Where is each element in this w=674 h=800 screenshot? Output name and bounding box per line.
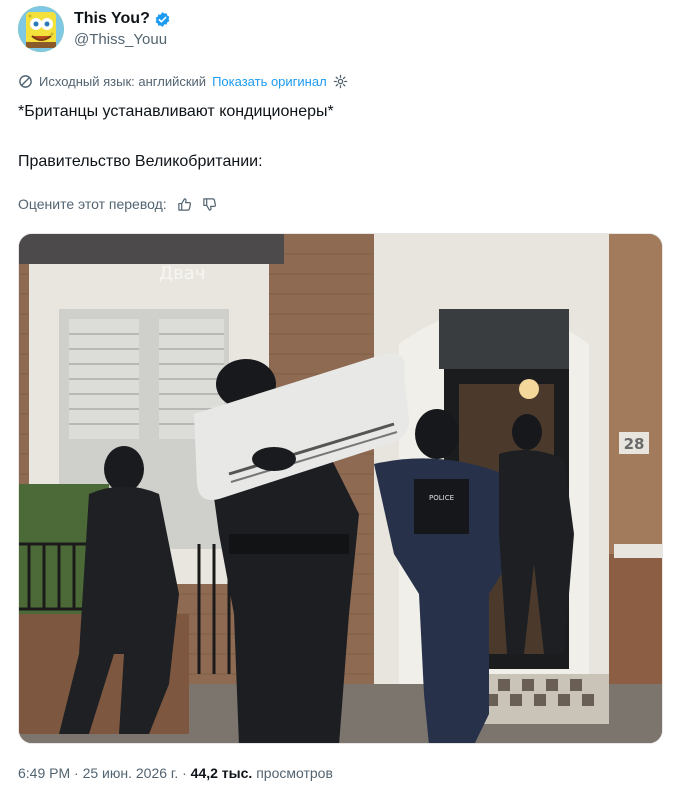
rate-translation-label: Оцените этот перевод:: [18, 196, 167, 212]
verified-badge-icon: [155, 11, 170, 27]
police-raid-photo: 28 Двач POLICE: [19, 234, 662, 743]
tweet-line-1: *Британцы устанавливают кондиционеры*: [18, 103, 334, 120]
tweet-line-2: Правительство Великобритании:: [18, 153, 263, 170]
translation-bar: Исходный язык: английский Показать ориги…: [18, 74, 348, 89]
tweet-photo[interactable]: 28 Двач POLICE: [18, 233, 663, 744]
thumbs-up-icon[interactable]: [177, 197, 192, 212]
spongebob-avatar-icon: [18, 6, 64, 52]
thumbs-down-icon[interactable]: [202, 197, 217, 212]
tweet-text: *Британцы устанавливают кондиционеры* Пр…: [18, 101, 334, 173]
tweet-time[interactable]: 6:49 PM: [18, 765, 70, 781]
house-number: 28: [624, 435, 645, 453]
show-original-link[interactable]: Показать оригинал: [212, 74, 327, 89]
tweet-header: This You? @Thiss_Youu: [18, 6, 171, 52]
watermark-text: Двач: [159, 263, 205, 284]
translate-icon: [19, 75, 32, 88]
views-count: 44,2 тыс.: [190, 765, 253, 781]
police-vest-text: POLICE: [429, 494, 454, 502]
source-language-label: Исходный язык: английский: [39, 74, 207, 89]
rate-translation: Оцените этот перевод:: [18, 196, 217, 212]
tweet-date[interactable]: 25 июн. 2026 г.: [83, 765, 179, 781]
display-name[interactable]: This You?: [74, 10, 150, 28]
views-label: просмотров: [256, 765, 333, 781]
user-handle[interactable]: @Thiss_Youu: [74, 31, 171, 48]
gear-icon[interactable]: [333, 74, 348, 89]
tweet-meta: 6:49 PM · 25 июн. 2026 г. · 44,2 тыс. пр…: [18, 765, 333, 781]
avatar[interactable]: [18, 6, 64, 52]
